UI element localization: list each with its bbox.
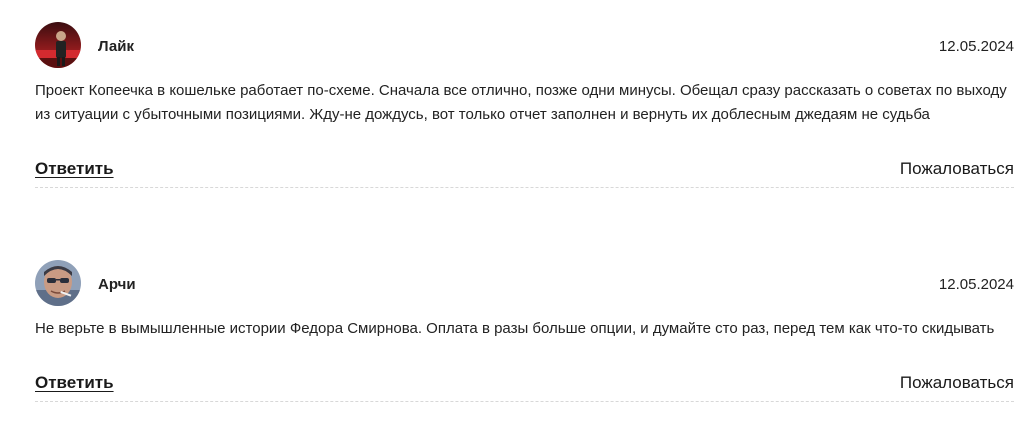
author-name: Арчи <box>98 276 136 293</box>
avatar-image <box>35 260 81 306</box>
avatar <box>35 22 81 68</box>
report-link[interactable]: Пожаловаться <box>900 373 1014 393</box>
avatar <box>35 260 81 306</box>
comment-actions: Ответить Пожаловаться <box>35 373 1014 395</box>
reply-link[interactable]: Ответить <box>35 159 114 179</box>
divider <box>35 187 1014 188</box>
comment-text: Проект Копеечка в кошельке работает по-с… <box>35 82 1007 123</box>
comment: Лайк 12.05.2024 Проект Копеечка в кошель… <box>35 22 1014 188</box>
comment: Арчи 12.05.2024 Не верьте в вымышленные … <box>35 260 1014 402</box>
comment-actions: Ответить Пожаловаться <box>35 159 1014 181</box>
divider <box>35 401 1014 402</box>
comment-text: Не верьте в вымышленные истории Федора С… <box>35 320 995 337</box>
comment-date: 12.05.2024 <box>938 276 1014 293</box>
comment-header: Лайк 12.05.2024 <box>35 22 1014 70</box>
reply-link[interactable]: Ответить <box>35 373 114 393</box>
comment-date: 12.05.2024 <box>938 38 1014 55</box>
comment-header: Арчи 12.05.2024 <box>35 260 1014 308</box>
report-link[interactable]: Пожаловаться <box>900 159 1014 179</box>
author-name: Лайк <box>98 38 134 55</box>
avatar-image <box>35 22 81 68</box>
